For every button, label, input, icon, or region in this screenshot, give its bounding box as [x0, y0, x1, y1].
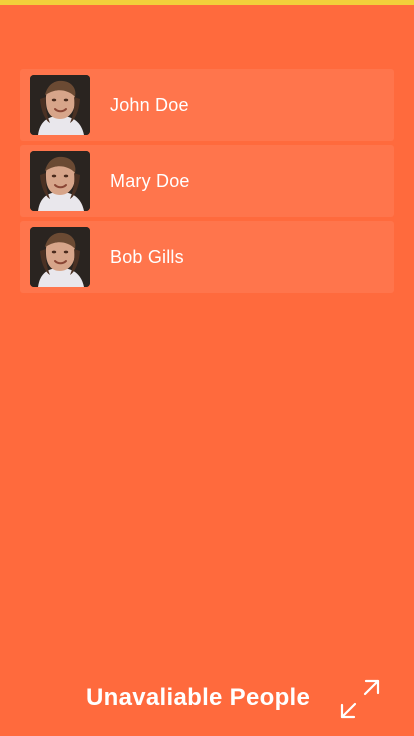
avatar [30, 75, 90, 135]
person-card-bob-gills[interactable]: Bob Gills [20, 221, 394, 293]
person-name: John Doe [110, 95, 189, 115]
collapse-arrows-icon[interactable] [339, 678, 381, 720]
person-card-mary-doe[interactable]: Mary Doe [20, 145, 394, 217]
avatar [30, 227, 90, 287]
top-accent-bar [0, 0, 414, 5]
unavailable-people-label: Unavaliable People [86, 684, 311, 711]
avatar [30, 151, 90, 211]
person-card-john-doe[interactable]: John Doe [20, 69, 394, 141]
person-name: Bob Gills [110, 247, 184, 267]
footer: Unavaliable People [0, 670, 414, 726]
people-list: John Doe Mary Doe Bob Gills [20, 69, 394, 297]
person-name: Mary Doe [110, 171, 190, 191]
